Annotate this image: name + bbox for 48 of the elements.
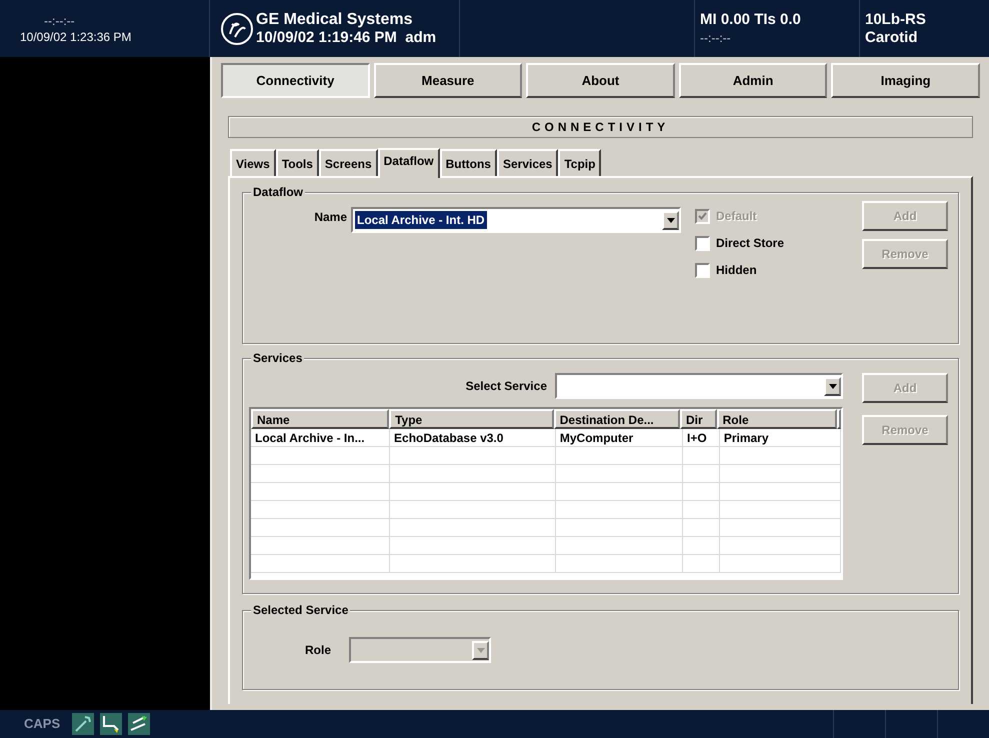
checkbox-label: Hidden [716,262,757,279]
checkbox-label: Default [716,208,757,225]
name-label: Name [313,209,348,226]
checkbox-label: Direct Store [716,235,784,252]
column-header[interactable]: Type [389,409,554,429]
caps-indicator: CAPS [24,715,60,734]
wrench-icon[interactable] [72,713,94,735]
indices-text: MI 0.00 TIs 0.0 [700,10,802,28]
date-time-text: 10/09/02 1:23:36 PM [20,28,132,44]
probe-icon[interactable] [100,713,122,735]
section-title: CONNECTIVITY [532,119,670,136]
column-header[interactable]: Role [716,409,837,429]
checkbox[interactable] [695,262,710,278]
logo-icon [220,12,254,46]
select-service-label: Select Service [466,378,547,395]
session-text: 10/09/02 1:19:46 PM adm [256,28,436,46]
main-tab[interactable]: Connectivity [221,63,370,98]
name-dropdown[interactable]: Local Archive - Int. HD [351,207,681,233]
probe-text: 10Lb-RS [865,10,927,28]
tab[interactable]: Tools [276,149,319,176]
selected-value: Local Archive - Int. HD [355,211,487,229]
transfer-icon[interactable] [128,713,150,735]
clock-text: --:--:-- [43,12,76,28]
service-dropdown[interactable] [555,373,843,399]
main-tab[interactable]: Imaging [831,63,980,98]
column-header[interactable]: Destination De... [554,409,680,429]
main-tab[interactable]: Measure [374,63,522,98]
tab[interactable]: Screens [318,149,378,176]
tab[interactable]: Dataflow [378,148,440,178]
system-title: GE Medical Systems [256,10,414,28]
table-cell: I+O [683,429,720,446]
tab[interactable]: Tcpip [558,149,602,176]
tab[interactable]: Services [496,149,558,176]
column-header[interactable]: Dir [680,409,717,429]
table-cell: Local Archive - In... [251,429,390,446]
table-cell: Primary [720,429,841,446]
tab[interactable]: Buttons [440,149,497,176]
main-tab[interactable]: About [526,63,675,98]
checkbox[interactable] [695,236,710,250]
timer-text: --:--:-- [700,30,732,46]
preset-text: Carotid [865,28,918,46]
role-label: Role [305,642,332,659]
table-cell: MyComputer [556,429,684,446]
tab[interactable]: Views [230,149,276,176]
main-tab[interactable]: Admin [678,63,828,98]
table-cell: EchoDatabase v3.0 [390,429,556,446]
column-header[interactable]: Name [251,409,390,429]
check-icon [698,212,707,220]
